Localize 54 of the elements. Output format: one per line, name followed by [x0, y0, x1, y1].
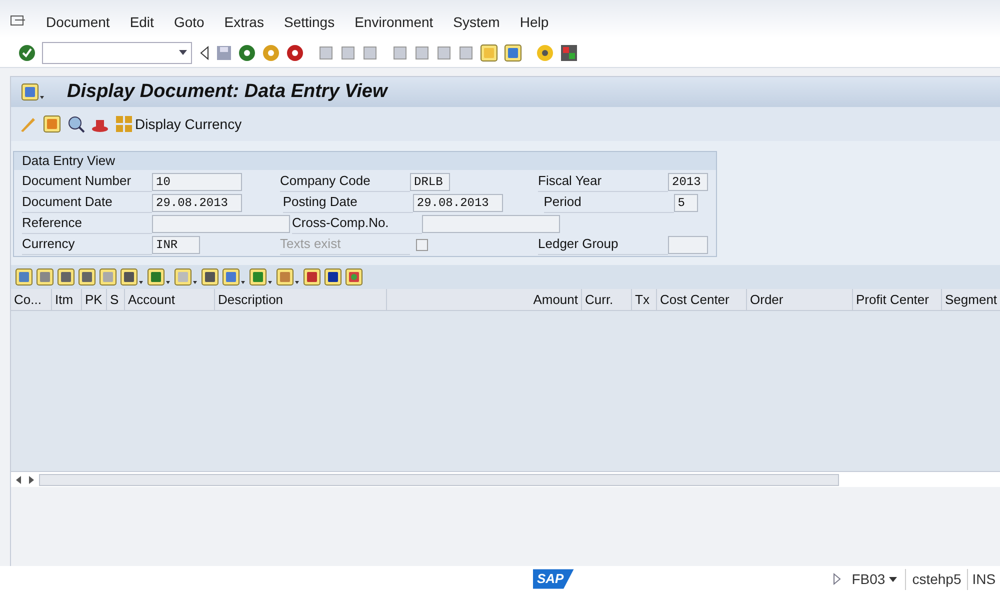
column-header[interactable]: Amount: [387, 289, 582, 310]
dropdown-icon[interactable]: [889, 576, 898, 582]
menu-item[interactable]: Document: [46, 12, 110, 32]
menu-item[interactable]: Settings: [284, 12, 335, 32]
transaction-code: FB03: [852, 570, 886, 588]
input-field[interactable]: 29.08.2013: [152, 194, 242, 212]
input-field[interactable]: 5: [674, 194, 698, 212]
field-label: Texts exist: [280, 234, 410, 255]
field-label: Posting Date: [282, 192, 413, 213]
scroll-right-icon[interactable]: [27, 476, 35, 484]
menu-item[interactable]: Help: [520, 12, 549, 32]
column-header[interactable]: Cost Center: [657, 289, 747, 310]
column-header[interactable]: Account: [125, 289, 215, 310]
input-field[interactable]: 29.08.2013: [412, 194, 503, 212]
input-field[interactable]: INR: [152, 236, 200, 254]
input-field[interactable]: DRLB: [410, 172, 450, 190]
save-icon[interactable]: [216, 44, 232, 60]
column-header[interactable]: Description: [215, 289, 387, 310]
scrollbar-thumb[interactable]: [39, 474, 839, 486]
input-field[interactable]: [422, 214, 560, 232]
column-header[interactable]: PK: [82, 289, 107, 310]
pencil-icon[interactable]: [19, 115, 37, 133]
scroll-left-icon[interactable]: [15, 476, 23, 484]
magnifier-icon[interactable]: [67, 115, 85, 133]
screen-title: Display Document: Data Entry View: [67, 80, 388, 104]
menu-item[interactable]: Extras: [224, 12, 264, 32]
menu-item[interactable]: Environment: [354, 12, 434, 32]
field-label: Period: [544, 192, 674, 213]
column-header[interactable]: Order: [747, 289, 853, 310]
column-header[interactable]: Curr.: [582, 289, 632, 310]
input-mode: INS: [967, 568, 996, 590]
menu-item[interactable]: Edit: [130, 12, 154, 32]
sap-logo: SAP: [533, 569, 574, 589]
command-field[interactable]: [42, 42, 192, 64]
grid-icon: [115, 115, 133, 133]
check-icon[interactable]: [18, 44, 36, 62]
back-arrow-icon[interactable]: [198, 44, 210, 60]
column-header[interactable]: S: [107, 289, 125, 310]
column-header[interactable]: Segment: [942, 289, 1000, 310]
expand-icon[interactable]: [832, 573, 842, 585]
server-name: cstehp5: [905, 568, 962, 590]
input-field[interactable]: [668, 236, 708, 254]
column-header[interactable]: Itm: [52, 289, 82, 310]
column-header[interactable]: Profit Center: [853, 289, 942, 310]
input-field[interactable]: 10: [152, 172, 242, 190]
menu-item[interactable]: System: [453, 12, 500, 32]
input-field[interactable]: 2013: [668, 172, 708, 190]
dropdown-icon: [179, 50, 187, 55]
column-header[interactable]: Co...: [11, 289, 52, 310]
column-header[interactable]: Tx: [632, 289, 657, 310]
display-currency-button[interactable]: Display Currency: [115, 114, 242, 134]
panel-title: Data Entry View: [14, 152, 716, 170]
menu-item[interactable]: Goto: [174, 12, 204, 32]
input-field[interactable]: [152, 214, 290, 232]
